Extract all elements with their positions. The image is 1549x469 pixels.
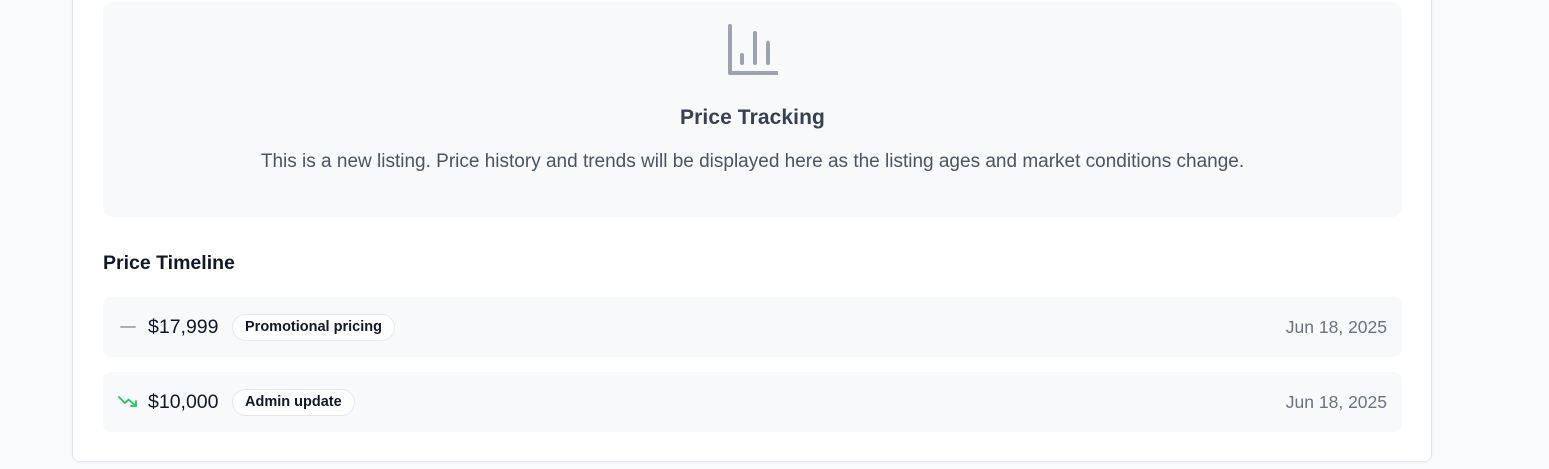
price-date: Jun 18, 2025	[1285, 317, 1387, 337]
price-reason-badge: Admin update	[232, 389, 355, 416]
price-tracking-description: This is a new listing. Price history and…	[260, 151, 1245, 172]
timeline-row: $17,999 Promotional pricing Jun 18, 2025	[103, 297, 1402, 357]
price-history-card: Price Tracking This is a new listing. Pr…	[72, 0, 1432, 462]
bar-chart-icon	[728, 24, 778, 75]
price-value: $17,999	[148, 316, 219, 338]
price-tracking-title: Price Tracking	[680, 106, 825, 129]
price-date: Jun 18, 2025	[1285, 392, 1387, 412]
price-reason-badge: Promotional pricing	[232, 314, 395, 341]
price-tracking-panel: Price Tracking This is a new listing. Pr…	[103, 2, 1402, 217]
price-timeline-heading: Price Timeline	[103, 252, 235, 274]
price-value: $10,000	[148, 391, 219, 413]
minus-icon	[120, 326, 136, 328]
timeline-row: $10,000 Admin update Jun 18, 2025	[103, 372, 1402, 432]
trending-down-icon	[118, 396, 137, 407]
